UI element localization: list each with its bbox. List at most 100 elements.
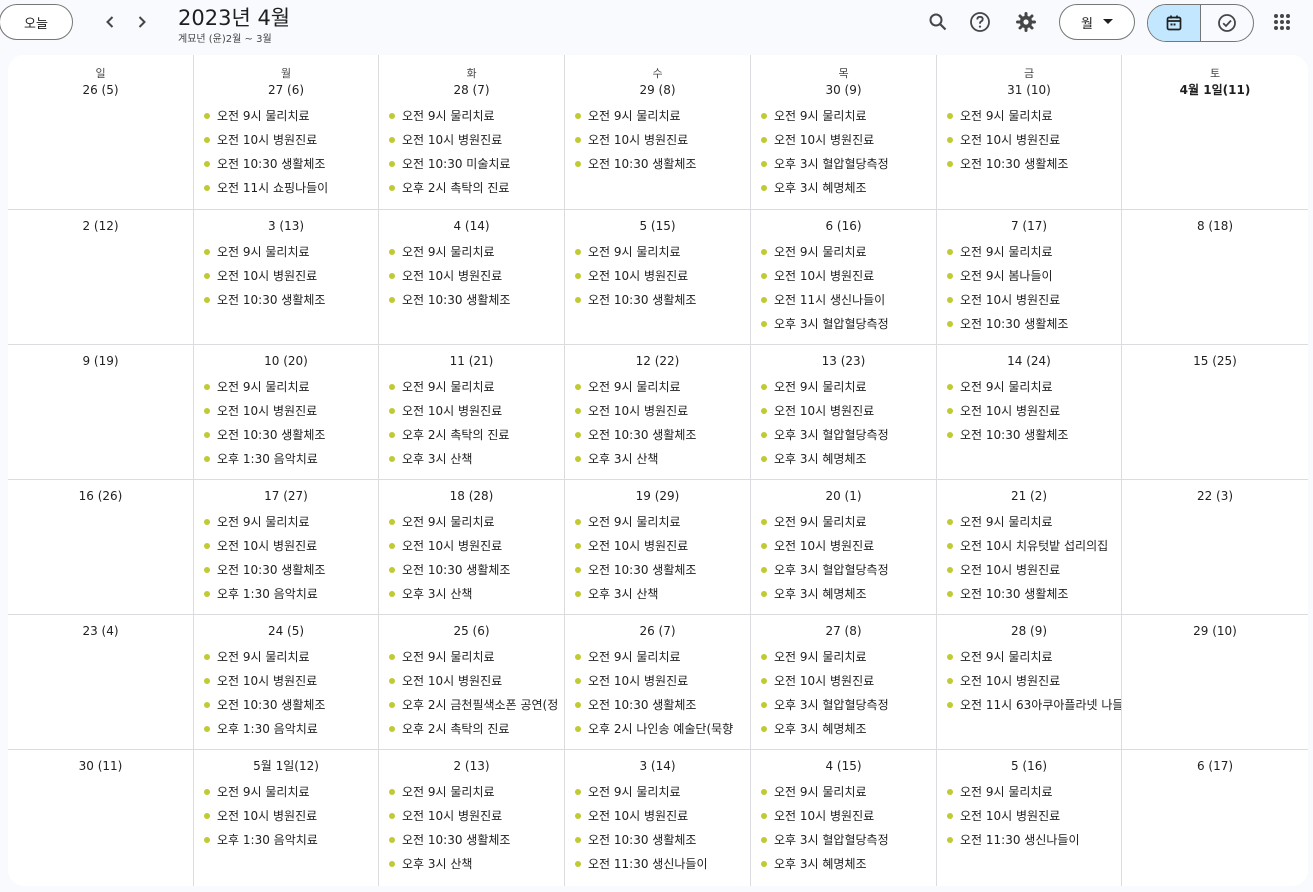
event-chip[interactable]: 오전 10시 병원진료 [379,804,564,828]
event-chip[interactable]: 오전 10시 병원진료 [751,804,936,828]
next-month-button[interactable] [128,8,156,36]
day-cell[interactable]: 10 (20) 오전 9시 물리치료 오전 10시 병원진료 오전 10:30 생활체… [194,345,379,479]
day-number[interactable]: 26 (7) [565,623,750,639]
day-number[interactable]: 11 (21) [379,353,564,369]
event-chip[interactable]: 오후 3시 산책 [379,582,564,606]
event-chip[interactable]: 오전 10시 병원진료 [937,288,1121,312]
day-number[interactable]: 27 (8) [751,623,936,639]
day-number[interactable]: 31 (10) [937,82,1121,98]
event-chip[interactable]: 오전 10:30 생활체조 [937,423,1121,447]
day-number[interactable]: 16 (26) [8,488,193,504]
view-select[interactable]: 월 [1059,4,1135,40]
today-button[interactable]: 오늘 [0,4,73,40]
event-chip[interactable]: 오후 2시 금천필색소폰 공연(정 [379,693,564,717]
day-cell[interactable]: 21 (2) 오전 9시 물리치료 오전 10시 치유텃밭 섭리의집 오전 10시 병… [937,480,1122,614]
event-chip[interactable]: 오후 2시 촉탁의 진료 [379,717,564,741]
event-chip[interactable]: 오전 10시 병원진료 [565,804,750,828]
day-number[interactable]: 13 (23) [751,353,936,369]
day-number[interactable]: 10 (20) [194,353,378,369]
event-chip[interactable]: 오전 10시 병원진료 [379,128,564,152]
day-cell[interactable]: 20 (1) 오전 9시 물리치료 오전 10시 병원진료 오후 3시 혈압혈당측정 오… [751,480,937,614]
event-chip[interactable]: 오후 3시 혈압혈당측정 [751,312,936,336]
day-number[interactable]: 24 (5) [194,623,378,639]
event-chip[interactable]: 오전 9시 물리치료 [937,780,1121,804]
event-chip[interactable]: 오전 9시 물리치료 [565,104,750,128]
event-chip[interactable]: 오전 10:30 생활체조 [379,288,564,312]
event-chip[interactable]: 오전 10:30 생활체조 [194,423,378,447]
event-chip[interactable]: 오전 10시 병원진료 [565,534,750,558]
event-chip[interactable]: 오전 10:30 생활체조 [937,312,1121,336]
event-chip[interactable]: 오후 2시 촉탁의 진료 [379,423,564,447]
day-cell[interactable]: 월 27 (6) 오전 9시 물리치료 오전 10시 병원진료 오전 10:30 생활체… [194,55,379,209]
settings-button[interactable] [1010,6,1042,38]
event-chip[interactable]: 오후 3시 산책 [379,852,564,876]
event-chip[interactable]: 오전 10시 병원진료 [379,534,564,558]
event-chip[interactable]: 오전 10:30 생활체조 [565,693,750,717]
event-chip[interactable]: 오전 10시 병원진료 [751,534,936,558]
day-number[interactable]: 2 (12) [8,218,193,234]
event-chip[interactable]: 오전 10시 치유텃밭 섭리의집 [937,534,1121,558]
day-cell[interactable]: 26 (7) 오전 9시 물리치료 오전 10시 병원진료 오전 10:30 생활체조… [565,615,751,749]
day-cell[interactable]: 16 (26) [8,480,194,614]
event-chip[interactable]: 오전 9시 물리치료 [751,510,936,534]
event-chip[interactable]: 오후 1:30 음악치료 [194,582,378,606]
event-chip[interactable]: 오후 3시 혜명체조 [751,852,936,876]
event-chip[interactable]: 오전 10시 병원진료 [379,264,564,288]
event-chip[interactable]: 오전 9시 봄나들이 [937,264,1121,288]
event-chip[interactable]: 오전 11:30 생신나들이 [937,828,1121,852]
day-number[interactable]: 5 (15) [565,218,750,234]
day-number[interactable]: 28 (7) [379,82,564,98]
event-chip[interactable]: 오후 1:30 음악치료 [194,717,378,741]
event-chip[interactable]: 오전 9시 물리치료 [937,510,1121,534]
day-cell[interactable]: 5 (15) 오전 9시 물리치료 오전 10시 병원진료 오전 10:30 생활체조 [565,210,751,344]
event-chip[interactable]: 오전 9시 물리치료 [194,375,378,399]
event-chip[interactable]: 오전 10시 병원진료 [937,128,1121,152]
event-chip[interactable]: 오전 9시 물리치료 [194,510,378,534]
event-chip[interactable]: 오전 10시 병원진료 [194,534,378,558]
prev-month-button[interactable] [96,8,124,36]
day-cell[interactable]: 7 (17) 오전 9시 물리치료 오전 9시 봄나들이 오전 10시 병원진료 오전 … [937,210,1122,344]
event-chip[interactable]: 오전 10:30 생활체조 [379,558,564,582]
day-number[interactable]: 26 (5) [8,82,193,98]
event-chip[interactable]: 오후 1:30 음악치료 [194,447,378,471]
event-chip[interactable]: 오전 10:30 생활체조 [565,152,750,176]
event-chip[interactable]: 오전 10시 병원진료 [751,399,936,423]
event-chip[interactable]: 오전 10시 병원진료 [937,804,1121,828]
event-chip[interactable]: 오전 10시 병원진료 [194,399,378,423]
day-cell[interactable]: 4 (15) 오전 9시 물리치료 오전 10시 병원진료 오후 3시 혈압혈당측정 오… [751,750,937,886]
day-cell[interactable]: 금 31 (10) 오전 9시 물리치료 오전 10시 병원진료 오전 10:30 생활… [937,55,1122,209]
day-number[interactable]: 18 (28) [379,488,564,504]
event-chip[interactable]: 오전 10시 병원진료 [194,128,378,152]
event-chip[interactable]: 오전 10시 병원진료 [565,399,750,423]
event-chip[interactable]: 오전 10시 병원진료 [565,128,750,152]
day-number[interactable]: 3 (14) [565,758,750,774]
day-number[interactable]: 5 (16) [937,758,1121,774]
help-button[interactable] [964,6,996,38]
day-cell[interactable]: 2 (12) [8,210,194,344]
event-chip[interactable]: 오전 9시 물리치료 [379,104,564,128]
event-chip[interactable]: 오전 9시 물리치료 [379,375,564,399]
day-cell[interactable]: 화 28 (7) 오전 9시 물리치료 오전 10시 병원진료 오전 10:30 미술치… [379,55,565,209]
day-cell[interactable]: 24 (5) 오전 9시 물리치료 오전 10시 병원진료 오전 10:30 생활체조… [194,615,379,749]
day-number[interactable]: 22 (3) [1122,488,1308,504]
day-cell[interactable]: 3 (14) 오전 9시 물리치료 오전 10시 병원진료 오전 10:30 생활체조… [565,750,751,886]
day-number[interactable]: 6 (16) [751,218,936,234]
event-chip[interactable]: 오전 10시 병원진료 [937,558,1121,582]
event-chip[interactable]: 오전 9시 물리치료 [194,780,378,804]
day-cell[interactable]: 29 (10) [1122,615,1308,749]
event-chip[interactable]: 오전 10시 병원진료 [937,669,1121,693]
day-number[interactable]: 25 (6) [379,623,564,639]
day-number[interactable]: 7 (17) [937,218,1121,234]
day-cell[interactable]: 22 (3) [1122,480,1308,614]
day-number[interactable]: 8 (18) [1122,218,1308,234]
day-number[interactable]: 6 (17) [1122,758,1308,774]
event-chip[interactable]: 오전 10시 병원진료 [937,399,1121,423]
event-chip[interactable]: 오후 2시 나인송 예술단(묵향 [565,717,750,741]
event-chip[interactable]: 오전 9시 물리치료 [565,375,750,399]
tasks-view-toggle[interactable] [1201,5,1253,41]
event-chip[interactable]: 오전 9시 물리치료 [751,375,936,399]
day-cell[interactable]: 23 (4) [8,615,194,749]
event-chip[interactable]: 오전 10:30 생활체조 [937,582,1121,606]
event-chip[interactable]: 오전 10시 병원진료 [565,264,750,288]
day-number[interactable]: 4 (15) [751,758,936,774]
